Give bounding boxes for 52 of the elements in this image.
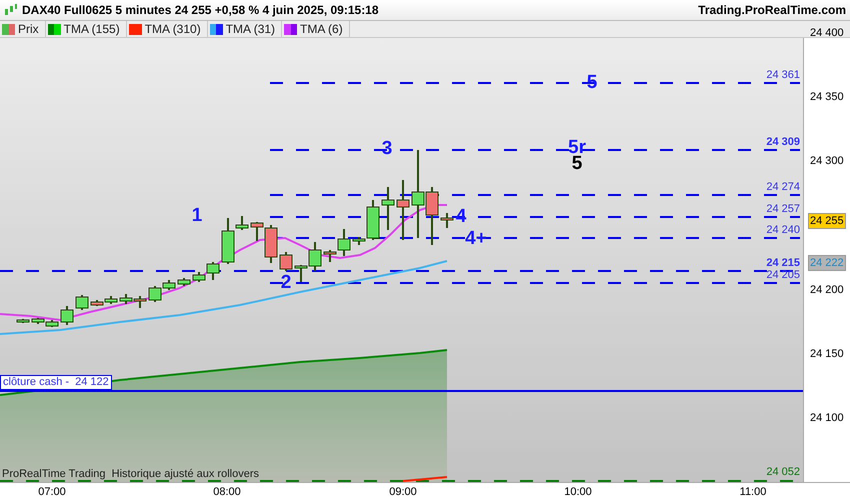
- price-tick-label: 24 300: [810, 155, 844, 168]
- level-label: 24 240: [766, 224, 800, 236]
- candlestick: [76, 295, 88, 310]
- legend-label: Prix: [18, 21, 40, 38]
- time-tick-label: 07:00: [38, 486, 66, 498]
- price-tick-label: 24 100: [810, 412, 844, 424]
- price-tick-label: 24 200: [810, 284, 844, 296]
- chart-title: DAX40 Full0625 5 minutes 24 255 +0,58 % 4 juin 2025, 09:15:18: [22, 2, 379, 20]
- price-tick-label: 24 350: [810, 91, 844, 104]
- level-label: 24 257: [766, 203, 800, 216]
- price-tick-label: 24 150: [810, 348, 844, 360]
- time-tick-label: 09:00: [389, 486, 417, 498]
- candlestick: [178, 278, 190, 286]
- legend-item[interactable]: TMA (310): [126, 21, 208, 38]
- time-tick-label: 08:00: [213, 486, 241, 498]
- candlestick: [440, 213, 454, 228]
- time-tick-label: 10:00: [564, 486, 592, 498]
- candlestick: [60, 306, 74, 326]
- wave-label: 1: [192, 206, 202, 226]
- legend-item[interactable]: TMA (155): [46, 21, 127, 38]
- candlestick-icon: [4, 3, 18, 18]
- wave-label: 3: [382, 139, 392, 160]
- legend-item[interactable]: Prix: [0, 21, 46, 38]
- footer-note: ProRealTime Trading Historique ajusté aux rollovers: [2, 468, 259, 482]
- candlestick: [16, 319, 30, 324]
- price-badge: 24 255: [808, 213, 846, 230]
- price-badge: 24 222: [808, 255, 846, 272]
- legend-item[interactable]: TMA (6): [282, 21, 350, 38]
- level-label: 24 309: [766, 136, 800, 148]
- wave-label: 4+: [465, 229, 487, 250]
- legend-label: TMA (155): [64, 21, 121, 38]
- candlestick: [120, 294, 132, 304]
- legend-item[interactable]: TMA (31): [208, 21, 282, 38]
- candlestick: [280, 252, 292, 272]
- level-label: 24 274: [766, 181, 800, 194]
- candlestick: [134, 296, 146, 308]
- level-label: 24 361: [766, 69, 800, 82]
- site-name: Trading.ProRealTime.com: [698, 2, 846, 20]
- level-label: 24 215: [766, 257, 800, 270]
- legend-label: TMA (31): [226, 21, 276, 38]
- volume-level-label: 24 052: [766, 466, 800, 478]
- level-label: 24 205: [766, 269, 800, 282]
- candlestick: [382, 187, 394, 230]
- cash-close-label: clôture cash - 24 122: [0, 375, 112, 390]
- candlestick: [104, 296, 118, 304]
- wave-label: 2: [280, 273, 292, 294]
- price-tick-label: 24 400: [810, 27, 844, 40]
- time-tick-label: 11:00: [740, 486, 766, 498]
- candlestick: [396, 180, 410, 240]
- moving-average-line: [402, 476, 448, 482]
- legend-label: TMA (6): [300, 21, 344, 38]
- legend-label: TMA (310): [144, 21, 202, 38]
